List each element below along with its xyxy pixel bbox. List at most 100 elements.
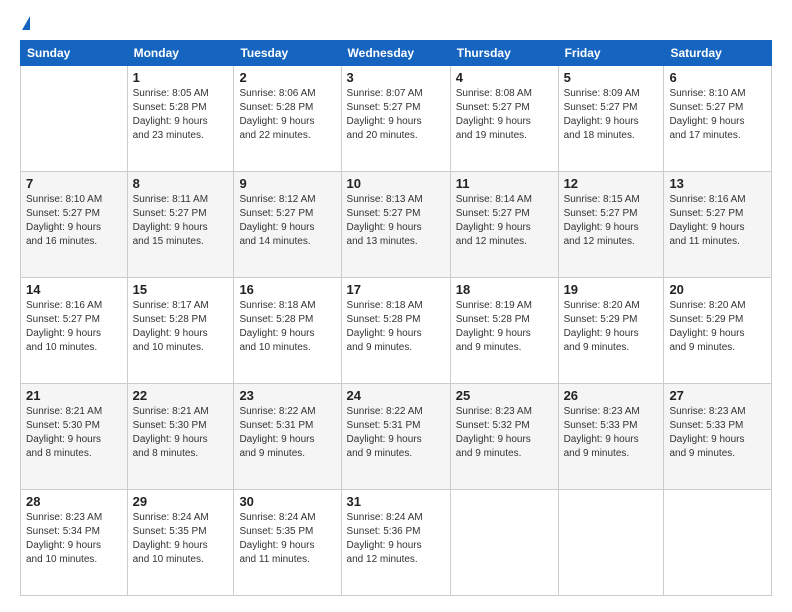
week-row-3: 14 Sunrise: 8:16 AMSunset: 5:27 PMDayligh… — [21, 278, 772, 384]
day-number: 26 — [564, 388, 659, 403]
day-number: 23 — [239, 388, 335, 403]
calendar-cell: 2Sunrise: 8:06 AMSunset: 5:28 PMDaylight… — [234, 66, 341, 172]
header-row: SundayMondayTuesdayWednesdayThursdayFrid… — [21, 41, 772, 66]
calendar-cell: 18 Sunrise: 8:19 AMSunset: 5:28 PMDayligh… — [450, 278, 558, 384]
logo-triangle-icon — [22, 16, 30, 30]
calendar-cell: 16Sunrise: 8:18 AMSunset: 5:28 PMDayligh… — [234, 278, 341, 384]
calendar-cell: 23 Sunrise: 8:22 AMSunset: 5:31 PMDayligh… — [234, 384, 341, 490]
day-header-tuesday: Tuesday — [234, 41, 341, 66]
day-header-friday: Friday — [558, 41, 664, 66]
calendar-cell: 5 Sunrise: 8:09 AMSunset: 5:27 PMDaylight… — [558, 66, 664, 172]
calendar-cell: 26 Sunrise: 8:23 AMSunset: 5:33 PMDayligh… — [558, 384, 664, 490]
day-info: Sunrise: 8:20 AMSunset: 5:29 PMDaylight:… — [669, 299, 766, 355]
day-number: 20 — [669, 282, 766, 297]
day-info: Sunrise: 8:19 AMSunset: 5:28 PMDaylight:… — [456, 299, 553, 355]
day-info: Sunrise: 8:24 AMSunset: 5:36 PMDaylight:… — [347, 511, 445, 567]
calendar-cell: 20 Sunrise: 8:20 AMSunset: 5:29 PMDayligh… — [664, 278, 772, 384]
calendar-cell — [21, 66, 128, 172]
day-header-monday: Monday — [127, 41, 234, 66]
day-number: 16 — [239, 282, 335, 297]
header — [20, 16, 772, 30]
calendar-cell: 22 Sunrise: 8:21 AMSunset: 5:30 PMDayligh… — [127, 384, 234, 490]
day-info: Sunrise: 8:08 AMSunset: 5:27 PMDaylight:… — [456, 87, 553, 143]
day-header-sunday: Sunday — [21, 41, 128, 66]
day-number: 30 — [239, 494, 335, 509]
calendar-cell — [664, 490, 772, 596]
day-info: Sunrise: 8:20 AMSunset: 5:29 PMDaylight:… — [564, 299, 659, 355]
day-info: Sunrise: 8:17 AMSunset: 5:28 PMDaylight:… — [133, 299, 229, 355]
calendar-cell: 28Sunrise: 8:23 AMSunset: 5:34 PMDayligh… — [21, 490, 128, 596]
week-row-5: 28Sunrise: 8:23 AMSunset: 5:34 PMDayligh… — [21, 490, 772, 596]
day-number: 22 — [133, 388, 229, 403]
day-info: Sunrise: 8:07 AMSunset: 5:27 PMDaylight:… — [347, 87, 445, 143]
day-number: 31 — [347, 494, 445, 509]
day-header-thursday: Thursday — [450, 41, 558, 66]
calendar-cell: 24Sunrise: 8:22 AMSunset: 5:31 PMDayligh… — [341, 384, 450, 490]
day-number: 21 — [26, 388, 122, 403]
day-info: Sunrise: 8:16 AMSunset: 5:27 PMDaylight:… — [26, 299, 122, 355]
calendar-cell: 19Sunrise: 8:20 AMSunset: 5:29 PMDayligh… — [558, 278, 664, 384]
day-number: 8 — [133, 176, 229, 191]
day-info: Sunrise: 8:16 AMSunset: 5:27 PMDaylight:… — [669, 193, 766, 249]
calendar-cell — [450, 490, 558, 596]
day-number: 29 — [133, 494, 229, 509]
day-info: Sunrise: 8:10 AMSunset: 5:27 PMDaylight:… — [669, 87, 766, 143]
calendar-cell: 27 Sunrise: 8:23 AMSunset: 5:33 PMDayligh… — [664, 384, 772, 490]
day-info: Sunrise: 8:23 AMSunset: 5:33 PMDaylight:… — [669, 405, 766, 461]
calendar-cell: 1 Sunrise: 8:05 AMSunset: 5:28 PMDaylight… — [127, 66, 234, 172]
logo-line1 — [20, 16, 30, 30]
day-info: Sunrise: 8:05 AMSunset: 5:28 PMDaylight:… — [133, 87, 229, 143]
day-info: Sunrise: 8:24 AMSunset: 5:35 PMDaylight:… — [133, 511, 229, 567]
day-number: 25 — [456, 388, 553, 403]
day-info: Sunrise: 8:23 AMSunset: 5:33 PMDaylight:… — [564, 405, 659, 461]
calendar-cell: 9Sunrise: 8:12 AMSunset: 5:27 PMDaylight… — [234, 172, 341, 278]
day-number: 3 — [347, 70, 445, 85]
calendar-table: SundayMondayTuesdayWednesdayThursdayFrid… — [20, 40, 772, 596]
day-number: 14 — [26, 282, 122, 297]
calendar-cell: 17 Sunrise: 8:18 AMSunset: 5:28 PMDayligh… — [341, 278, 450, 384]
day-info: Sunrise: 8:13 AMSunset: 5:27 PMDaylight:… — [347, 193, 445, 249]
day-info: Sunrise: 8:21 AMSunset: 5:30 PMDaylight:… — [26, 405, 122, 461]
day-number: 6 — [669, 70, 766, 85]
day-info: Sunrise: 8:23 AMSunset: 5:32 PMDaylight:… — [456, 405, 553, 461]
day-header-saturday: Saturday — [664, 41, 772, 66]
calendar-cell: 21 Sunrise: 8:21 AMSunset: 5:30 PMDayligh… — [21, 384, 128, 490]
day-number: 10 — [347, 176, 445, 191]
day-info: Sunrise: 8:09 AMSunset: 5:27 PMDaylight:… — [564, 87, 659, 143]
calendar-cell: 14 Sunrise: 8:16 AMSunset: 5:27 PMDayligh… — [21, 278, 128, 384]
day-number: 1 — [133, 70, 229, 85]
calendar-cell: 12Sunrise: 8:15 AMSunset: 5:27 PMDayligh… — [558, 172, 664, 278]
calendar-cell: 15 Sunrise: 8:17 AMSunset: 5:28 PMDayligh… — [127, 278, 234, 384]
calendar-cell: 30 Sunrise: 8:24 AMSunset: 5:35 PMDayligh… — [234, 490, 341, 596]
day-info: Sunrise: 8:18 AMSunset: 5:28 PMDaylight:… — [347, 299, 445, 355]
calendar-cell: 25 Sunrise: 8:23 AMSunset: 5:32 PMDayligh… — [450, 384, 558, 490]
calendar-cell: 8 Sunrise: 8:11 AMSunset: 5:27 PMDaylight… — [127, 172, 234, 278]
calendar-cell — [558, 490, 664, 596]
day-number: 11 — [456, 176, 553, 191]
day-info: Sunrise: 8:06 AMSunset: 5:28 PMDaylight:… — [239, 87, 335, 143]
day-info: Sunrise: 8:11 AMSunset: 5:27 PMDaylight:… — [133, 193, 229, 249]
week-row-2: 7 Sunrise: 8:10 AMSunset: 5:27 PMDaylight… — [21, 172, 772, 278]
calendar-cell: 31 Sunrise: 8:24 AMSunset: 5:36 PMDayligh… — [341, 490, 450, 596]
day-number: 17 — [347, 282, 445, 297]
calendar-page: SundayMondayTuesdayWednesdayThursdayFrid… — [0, 0, 792, 612]
calendar-cell: 13Sunrise: 8:16 AMSunset: 5:27 PMDayligh… — [664, 172, 772, 278]
day-info: Sunrise: 8:15 AMSunset: 5:27 PMDaylight:… — [564, 193, 659, 249]
week-row-4: 21 Sunrise: 8:21 AMSunset: 5:30 PMDayligh… — [21, 384, 772, 490]
calendar-cell: 10 Sunrise: 8:13 AMSunset: 5:27 PMDayligh… — [341, 172, 450, 278]
day-info: Sunrise: 8:24 AMSunset: 5:35 PMDaylight:… — [239, 511, 335, 567]
day-number: 7 — [26, 176, 122, 191]
day-info: Sunrise: 8:21 AMSunset: 5:30 PMDaylight:… — [133, 405, 229, 461]
day-number: 5 — [564, 70, 659, 85]
day-info: Sunrise: 8:10 AMSunset: 5:27 PMDaylight:… — [26, 193, 122, 249]
calendar-cell: 29 Sunrise: 8:24 AMSunset: 5:35 PMDayligh… — [127, 490, 234, 596]
day-number: 4 — [456, 70, 553, 85]
day-info: Sunrise: 8:22 AMSunset: 5:31 PMDaylight:… — [347, 405, 445, 461]
day-number: 27 — [669, 388, 766, 403]
day-number: 15 — [133, 282, 229, 297]
day-number: 28 — [26, 494, 122, 509]
calendar-cell: 7 Sunrise: 8:10 AMSunset: 5:27 PMDaylight… — [21, 172, 128, 278]
day-number: 18 — [456, 282, 553, 297]
day-info: Sunrise: 8:22 AMSunset: 5:31 PMDaylight:… — [239, 405, 335, 461]
day-number: 9 — [239, 176, 335, 191]
